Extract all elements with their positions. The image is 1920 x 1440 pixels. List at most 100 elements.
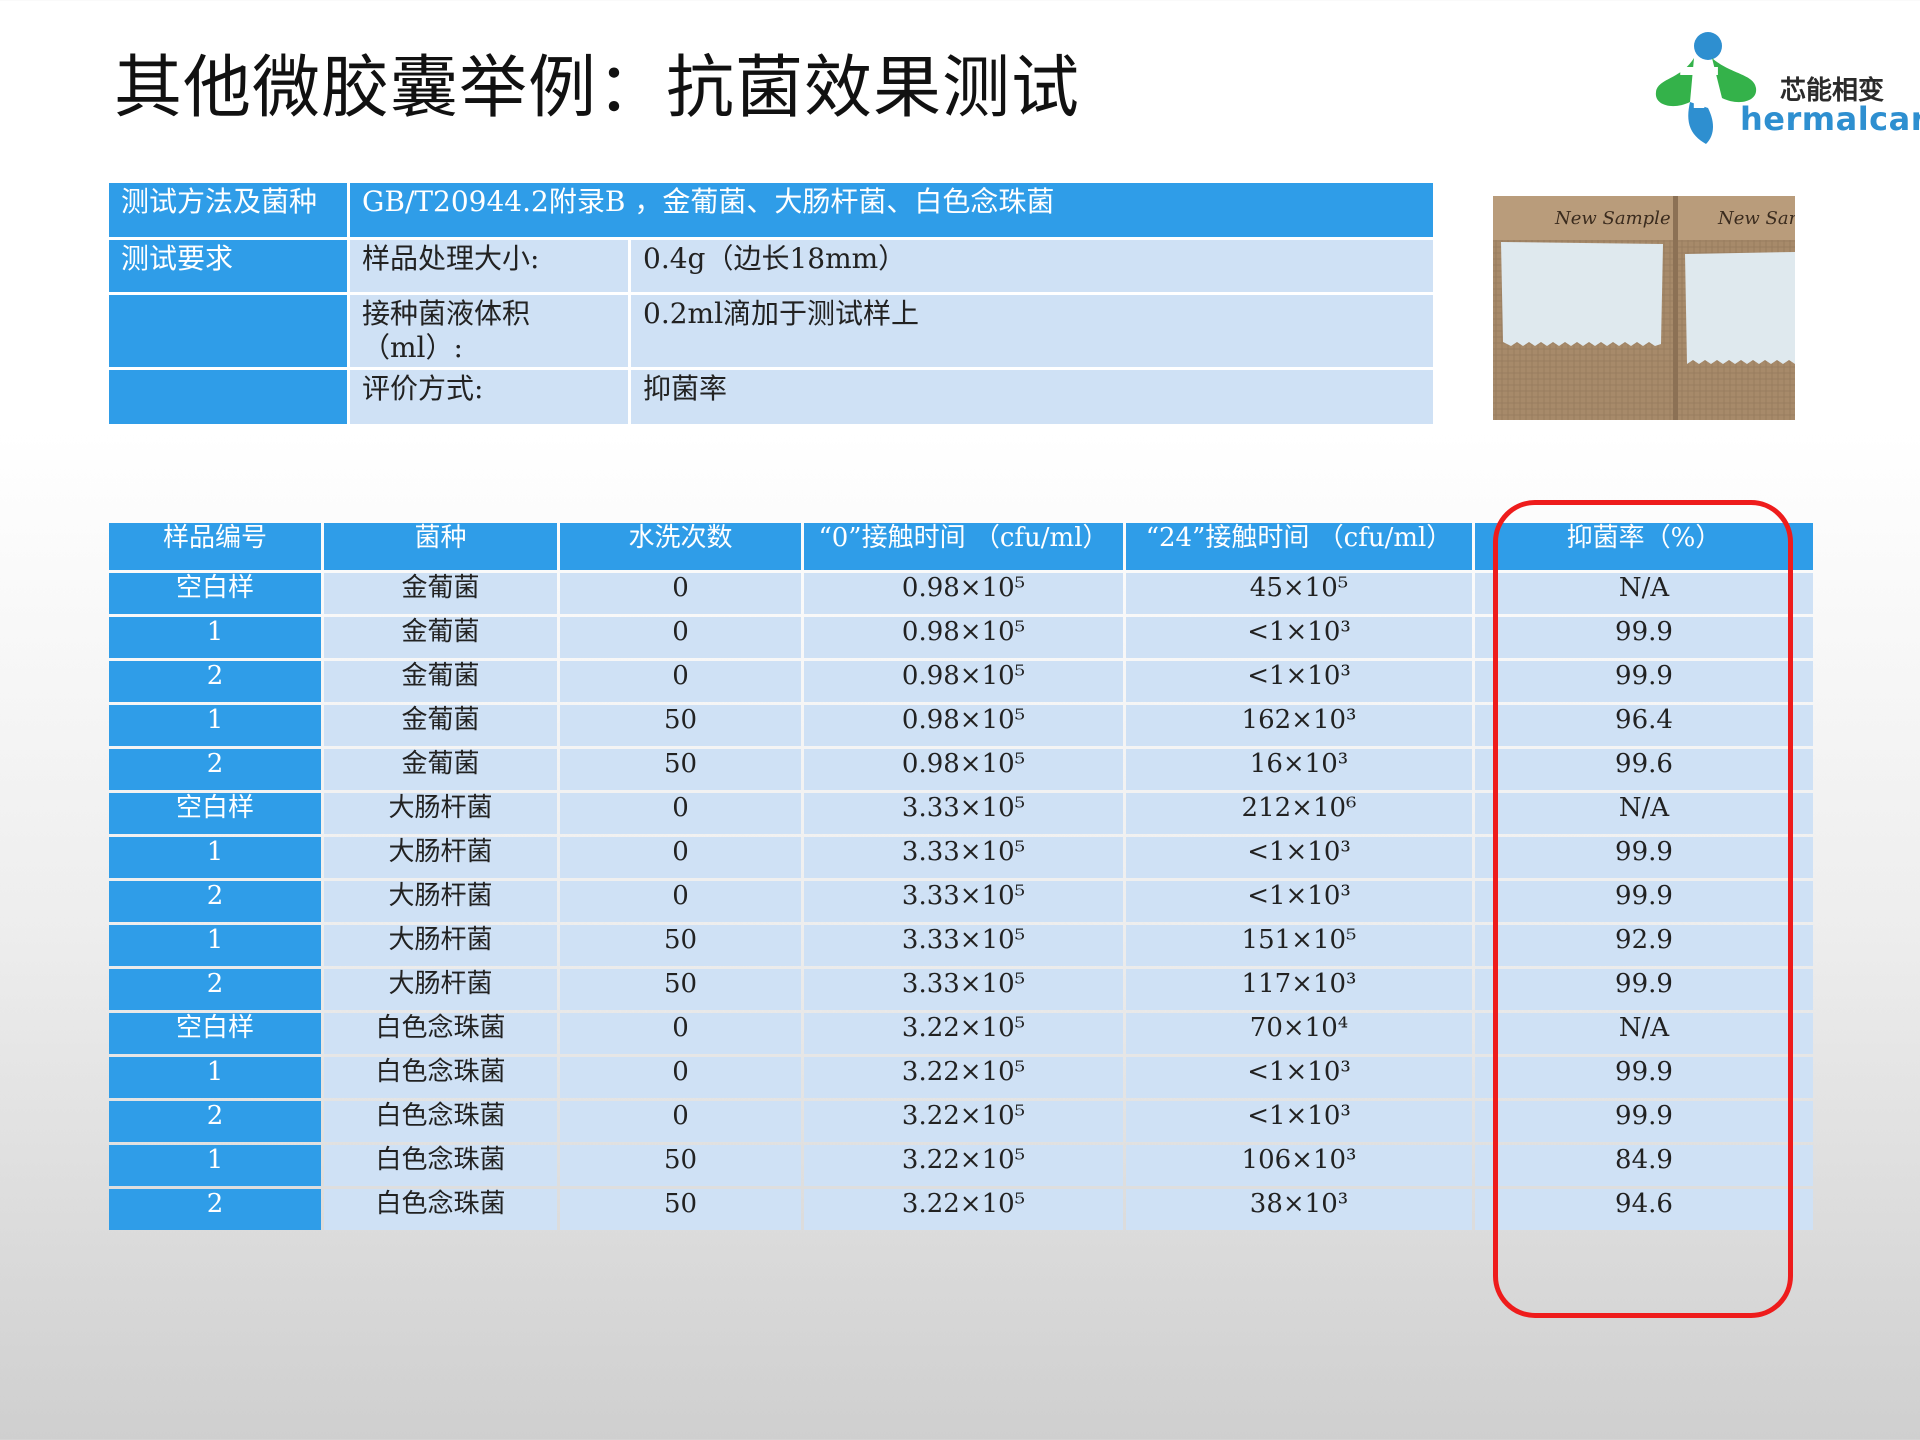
table-cell: 白色念珠菌 (324, 1189, 557, 1230)
table-row: 1 白色念珠菌 50 3.22×10⁵ 106×10³ 84.9 (109, 1145, 1813, 1186)
requirement-value: 抑菌率 (631, 370, 1433, 424)
table-cell: 3.33×10⁵ (804, 793, 1123, 834)
sample-tag-right: New Sample (1717, 208, 1795, 229)
table-row: 1 白色念珠菌 0 3.22×10⁵ <1×10³ 99.9 (109, 1057, 1813, 1098)
table-cell: 0 (560, 793, 801, 834)
table-cell: 99.6 (1475, 749, 1813, 790)
table-cell: 3.33×10⁵ (804, 881, 1123, 922)
table-cell: 3.33×10⁵ (804, 925, 1123, 966)
method-row: 评价方式: 抑菌率 (109, 370, 1433, 424)
slide-title: 其他微胶囊举例：抗菌效果测试 (114, 49, 1081, 128)
table-cell: 16×10³ (1126, 749, 1472, 790)
fabric-sample-image: New Sample New Sample (1493, 196, 1795, 420)
column-header: “24”接触时间 （cfu/ml） (1126, 523, 1472, 570)
table-cell: 白色念珠菌 (324, 1013, 557, 1054)
table-cell: 0 (560, 1057, 801, 1098)
table-row: 空白样 金葡菌 0 0.98×10⁵ 45×10⁵ N/A (109, 573, 1813, 614)
table-cell: <1×10³ (1126, 881, 1472, 922)
table-cell: 3.22×10⁵ (804, 1013, 1123, 1054)
table-cell: 白色念珠菌 (324, 1057, 557, 1098)
table-cell: 38×10³ (1126, 1189, 1472, 1230)
table-cell: 金葡菌 (324, 749, 557, 790)
logo-letter: T (1680, 57, 1718, 122)
method-row: 接种菌液体积（ml）: 0.2ml滴加于测试样上 (109, 295, 1433, 367)
sample-id-cell: 1 (109, 705, 321, 746)
column-header: 水洗次数 (560, 523, 801, 570)
requirement-key: 接种菌液体积（ml）: (350, 295, 628, 367)
table-cell: N/A (1475, 793, 1813, 834)
table-cell: 99.9 (1475, 1101, 1813, 1142)
table-cell: 金葡菌 (324, 705, 557, 746)
table-cell: 0 (560, 837, 801, 878)
column-header: “0”接触时间 （cfu/ml） (804, 523, 1123, 570)
table-cell: 45×10⁵ (1126, 573, 1472, 614)
test-method-table: 测试方法及菌种 GB/T20944.2附录B ，金葡菌、大肠杆菌、白色念珠菌 测… (106, 180, 1436, 427)
table-cell: 金葡菌 (324, 661, 557, 702)
logo-english-name: hermalcare (1740, 100, 1920, 138)
sample-id-cell: 空白样 (109, 793, 321, 834)
table-cell: 99.9 (1475, 661, 1813, 702)
table-row: 2 金葡菌 50 0.98×10⁵ 16×10³ 99.6 (109, 749, 1813, 790)
requirement-value: 0.4g（边长18mm） (631, 240, 1433, 292)
column-header: 菌种 (324, 523, 557, 570)
table-cell: 50 (560, 1189, 801, 1230)
table-cell: 3.22×10⁵ (804, 1057, 1123, 1098)
table-cell: 99.9 (1475, 617, 1813, 658)
table-cell: 0 (560, 573, 801, 614)
table-row: 1 金葡菌 0 0.98×10⁵ <1×10³ 99.9 (109, 617, 1813, 658)
table-cell: 3.22×10⁵ (804, 1145, 1123, 1186)
table-cell: <1×10³ (1126, 661, 1472, 702)
method-row: 测试要求 样品处理大小: 0.4g（边长18mm） (109, 240, 1433, 292)
table-row: 2 大肠杆菌 0 3.33×10⁵ <1×10³ 99.9 (109, 881, 1813, 922)
sample-id-cell: 1 (109, 1057, 321, 1098)
table-cell: <1×10³ (1126, 1057, 1472, 1098)
table-row: 空白样 白色念珠菌 0 3.22×10⁵ 70×10⁴ N/A (109, 1013, 1813, 1054)
sample-id-cell: 2 (109, 1101, 321, 1142)
table-cell: 84.9 (1475, 1145, 1813, 1186)
table-cell: 117×10³ (1126, 969, 1472, 1010)
table-cell: 0.98×10⁵ (804, 617, 1123, 658)
table-cell: 金葡菌 (324, 617, 557, 658)
table-cell: 0 (560, 661, 801, 702)
sample-id-cell: 1 (109, 925, 321, 966)
table-cell: 白色念珠菌 (324, 1145, 557, 1186)
sample-id-cell: 2 (109, 661, 321, 702)
column-header: 抑菌率（%） (1475, 523, 1813, 570)
table-cell: 212×10⁶ (1126, 793, 1472, 834)
table-row: 2 大肠杆菌 50 3.33×10⁵ 117×10³ 99.9 (109, 969, 1813, 1010)
table-cell: 50 (560, 705, 801, 746)
sample-id-cell: 2 (109, 969, 321, 1010)
table-cell: 50 (560, 749, 801, 790)
table-cell: 0 (560, 1013, 801, 1054)
table-row: 1 大肠杆菌 50 3.33×10⁵ 151×10⁵ 92.9 (109, 925, 1813, 966)
results-table: 样品编号 菌种 水洗次数 “0”接触时间 （cfu/ml） “24”接触时间 （… (106, 520, 1816, 1233)
table-cell: 0 (560, 881, 801, 922)
table-cell: 106×10³ (1126, 1145, 1472, 1186)
table-cell: 大肠杆菌 (324, 881, 557, 922)
table-cell: 白色念珠菌 (324, 1101, 557, 1142)
table-row: 2 金葡菌 0 0.98×10⁵ <1×10³ 99.9 (109, 661, 1813, 702)
requirement-value: 0.2ml滴加于测试样上 (631, 295, 1433, 367)
sample-id-cell: 1 (109, 837, 321, 878)
table-row: 2 白色念珠菌 0 3.22×10⁵ <1×10³ 99.9 (109, 1101, 1813, 1142)
sample-tag-left: New Sample (1554, 208, 1671, 229)
sample-photo: New Sample New Sample (1493, 196, 1795, 420)
table-cell: 50 (560, 969, 801, 1010)
method-row: 测试方法及菌种 GB/T20944.2附录B ，金葡菌、大肠杆菌、白色念珠菌 (109, 183, 1433, 237)
table-cell: 3.33×10⁵ (804, 969, 1123, 1010)
table-cell: 金葡菌 (324, 573, 557, 614)
sample-id-cell: 空白样 (109, 1013, 321, 1054)
table-cell: 0.98×10⁵ (804, 661, 1123, 702)
table-cell: 0 (560, 1101, 801, 1142)
sample-id-cell: 2 (109, 1189, 321, 1230)
method-label: 测试方法及菌种 (109, 183, 347, 237)
table-row: 1 大肠杆菌 0 3.33×10⁵ <1×10³ 99.9 (109, 837, 1813, 878)
method-value: GB/T20944.2附录B ，金葡菌、大肠杆菌、白色念珠菌 (350, 183, 1433, 237)
table-cell: 0.98×10⁵ (804, 573, 1123, 614)
table-cell: 大肠杆菌 (324, 793, 557, 834)
table-cell: 3.22×10⁵ (804, 1189, 1123, 1230)
table-cell: <1×10³ (1126, 617, 1472, 658)
table-cell: 大肠杆菌 (324, 837, 557, 878)
table-cell: 0 (560, 617, 801, 658)
column-header: 样品编号 (109, 523, 321, 570)
